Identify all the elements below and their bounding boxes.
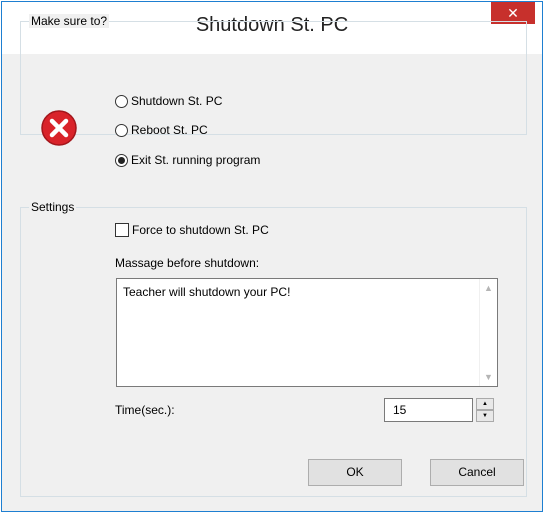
radio-shutdown-circle[interactable] bbox=[115, 94, 128, 108]
radio-reboot[interactable]: Reboot St. PC bbox=[115, 121, 208, 139]
time-label: Time(sec.): bbox=[115, 403, 175, 417]
radio-exit-program-label: Exit St. running program bbox=[131, 153, 261, 167]
radio-reboot-label: Reboot St. PC bbox=[131, 123, 208, 137]
make-sure-legend: Make sure to? bbox=[29, 14, 110, 28]
message-text: Teacher will shutdown your PC! bbox=[123, 285, 291, 299]
cancel-button[interactable]: Cancel bbox=[430, 459, 524, 486]
radio-reboot-circle[interactable] bbox=[115, 123, 128, 137]
error-icon bbox=[41, 110, 77, 146]
spin-up-icon[interactable]: ▲ bbox=[476, 398, 494, 410]
radio-exit-program-circle[interactable] bbox=[115, 153, 128, 167]
spin-down-icon[interactable]: ▼ bbox=[476, 410, 494, 422]
ok-button[interactable]: OK bbox=[308, 459, 402, 486]
scroll-up-icon[interactable]: ▲ bbox=[480, 283, 497, 293]
close-icon: ✕ bbox=[507, 5, 519, 21]
message-scrollbar[interactable]: ▲ ▼ bbox=[479, 279, 497, 386]
message-textarea[interactable]: Teacher will shutdown your PC! ▲ ▼ bbox=[116, 278, 498, 387]
time-spinner[interactable]: ▲ ▼ bbox=[476, 398, 494, 422]
settings-legend: Settings bbox=[29, 200, 77, 214]
force-shutdown-label: Force to shutdown St. PC bbox=[132, 223, 269, 237]
radio-shutdown-label: Shutdown St. PC bbox=[131, 94, 223, 108]
message-label: Massage before shutdown: bbox=[115, 256, 260, 270]
scroll-down-icon[interactable]: ▼ bbox=[480, 372, 497, 382]
force-shutdown-checkbox-row[interactable]: Force to shutdown St. PC bbox=[115, 223, 269, 237]
radio-shutdown[interactable]: Shutdown St. PC bbox=[115, 92, 222, 110]
make-sure-group: Make sure to? bbox=[20, 14, 527, 135]
force-shutdown-checkbox[interactable] bbox=[115, 223, 129, 237]
time-input[interactable]: 15 bbox=[384, 398, 473, 422]
time-value: 15 bbox=[393, 403, 407, 417]
radio-exit-program[interactable]: Exit St. running program bbox=[115, 151, 260, 169]
